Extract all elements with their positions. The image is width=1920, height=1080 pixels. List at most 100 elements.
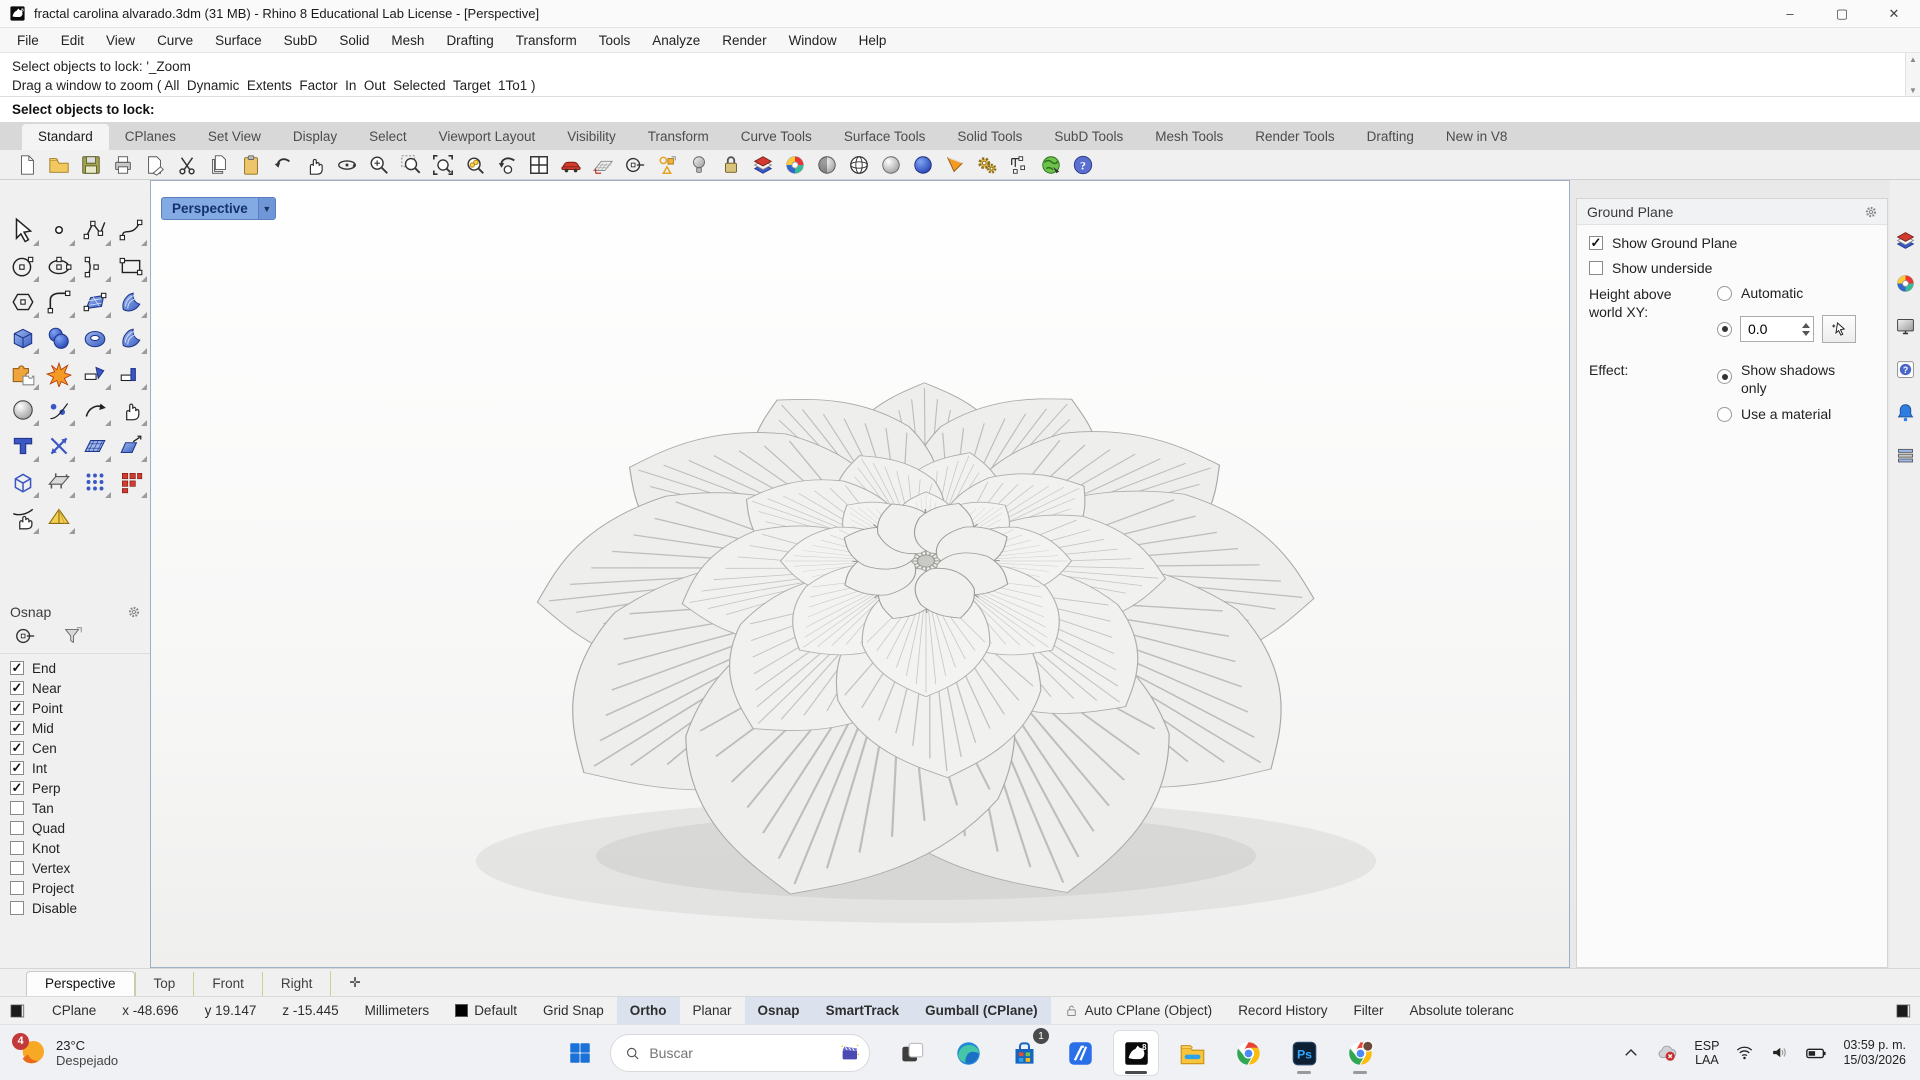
- store-icon[interactable]: 1: [1002, 1031, 1046, 1075]
- menu-item[interactable]: Help: [848, 30, 898, 51]
- display-shaded-icon[interactable]: [814, 152, 840, 178]
- save-icon[interactable]: [78, 152, 104, 178]
- maximize-button[interactable]: ▢: [1816, 0, 1868, 27]
- viewport-pane-icon[interactable]: [0, 997, 39, 1024]
- chrome-icon[interactable]: [1226, 1031, 1270, 1075]
- viewport-tab[interactable]: ✛: [330, 971, 378, 997]
- status-item[interactable]: Osnap: [745, 997, 813, 1024]
- filter-tab-icon[interactable]: [62, 625, 84, 647]
- command-scrollbar[interactable]: ▲▼: [1905, 53, 1920, 97]
- osnap-option[interactable]: Point: [0, 698, 150, 718]
- checkbox[interactable]: [10, 821, 24, 835]
- toolbar-tab[interactable]: Transform: [632, 124, 725, 150]
- status-item[interactable]: y 19.147: [192, 997, 270, 1024]
- display-gray-sphere-icon[interactable]: [878, 152, 904, 178]
- status-item[interactable]: CPlane: [39, 997, 109, 1024]
- panel-gear-icon[interactable]: [1863, 204, 1879, 220]
- print-icon[interactable]: [110, 152, 136, 178]
- menu-item[interactable]: File: [6, 30, 50, 51]
- checkbox[interactable]: [10, 741, 24, 755]
- menu-item[interactable]: Window: [778, 30, 848, 51]
- photoshop-icon[interactable]: [1282, 1031, 1326, 1075]
- viewport-tab[interactable]: Front: [193, 972, 262, 997]
- circle-icon[interactable]: [5, 248, 41, 284]
- layers-icon[interactable]: [750, 152, 776, 178]
- copy-icon[interactable]: [206, 152, 232, 178]
- height-value-field[interactable]: [1740, 316, 1814, 342]
- toolbar-tab[interactable]: Viewport Layout: [423, 124, 552, 150]
- battery-icon[interactable]: [1805, 1042, 1827, 1064]
- checkbox[interactable]: [10, 801, 24, 815]
- fillet-curve-icon[interactable]: [41, 284, 77, 320]
- curved-surface-icon[interactable]: [113, 284, 149, 320]
- clock[interactable]: 03:59 p. m. 15/03/2026: [1843, 1038, 1906, 1068]
- rectangle-icon[interactable]: [113, 248, 149, 284]
- command-history[interactable]: Select objects to lock: '_ZoomDrag a win…: [0, 53, 1920, 97]
- options-icon[interactable]: [974, 152, 1000, 178]
- twisted-surface-icon[interactable]: [113, 320, 149, 356]
- extend-surface-icon[interactable]: [113, 428, 149, 464]
- move-uvn-icon[interactable]: [41, 428, 77, 464]
- status-item[interactable]: Record History: [1225, 997, 1340, 1024]
- menu-item[interactable]: Solid: [328, 30, 380, 51]
- menu-item[interactable]: Drafting: [435, 30, 504, 51]
- toolbar-tab[interactable]: Curve Tools: [725, 124, 828, 150]
- osnap-option[interactable]: Cen: [0, 738, 150, 758]
- radio-button[interactable]: [1717, 286, 1732, 301]
- manual-height-radio[interactable]: [1717, 322, 1732, 337]
- viewport-tab[interactable]: Right: [262, 972, 331, 997]
- menu-item[interactable]: View: [95, 30, 146, 51]
- osnap-tab-icon[interactable]: [14, 625, 36, 647]
- osnap-option[interactable]: Vertex: [0, 858, 150, 878]
- polyline-icon[interactable]: [77, 212, 113, 248]
- checkbox[interactable]: [10, 681, 24, 695]
- status-item[interactable]: Filter: [1340, 997, 1396, 1024]
- onedrive-error-icon[interactable]: [1656, 1042, 1678, 1064]
- ellipse-icon[interactable]: [41, 248, 77, 284]
- panel-help-icon[interactable]: [1895, 359, 1916, 380]
- status-item[interactable]: Default: [442, 997, 530, 1024]
- osnap-option[interactable]: Tan: [0, 798, 150, 818]
- pick-height-button[interactable]: [1822, 315, 1856, 343]
- show-shadows-only-option[interactable]: Show shadows only: [1717, 361, 1875, 397]
- volume-icon[interactable]: [1770, 1043, 1789, 1062]
- selection-filter-icon[interactable]: [654, 152, 680, 178]
- weather-widget[interactable]: 4 23°C Despejado: [0, 1037, 250, 1069]
- display-rendered-icon[interactable]: [910, 152, 936, 178]
- command-prompt[interactable]: Select objects to lock:: [0, 97, 1920, 123]
- whats-this-icon[interactable]: [942, 152, 968, 178]
- osnap-option[interactable]: Perp: [0, 778, 150, 798]
- radio-button[interactable]: [1717, 369, 1732, 384]
- select-cursor-icon[interactable]: [5, 212, 41, 248]
- zoom-window-icon[interactable]: [398, 152, 424, 178]
- menu-item[interactable]: Surface: [204, 30, 273, 51]
- start-button[interactable]: [560, 1033, 600, 1073]
- toolbar-tab[interactable]: Set View: [192, 124, 277, 150]
- arc-icon[interactable]: [77, 248, 113, 284]
- clapperboard-icon[interactable]: [839, 1041, 861, 1065]
- car-icon[interactable]: [558, 152, 584, 178]
- status-item[interactable]: Absolute toleranc: [1396, 997, 1526, 1024]
- split-icon[interactable]: [113, 356, 149, 392]
- use-material-option[interactable]: Use a material: [1717, 406, 1875, 422]
- help-icon[interactable]: [1070, 152, 1096, 178]
- automatic-option[interactable]: Automatic: [1717, 285, 1875, 301]
- toolbar-tab[interactable]: Visibility: [551, 124, 632, 150]
- panel-display-icon[interactable]: [1895, 273, 1916, 294]
- point-grid-icon[interactable]: [77, 464, 113, 500]
- toolbar-tab[interactable]: Surface Tools: [828, 124, 942, 150]
- menu-item[interactable]: Tools: [588, 30, 642, 51]
- search-input[interactable]: [649, 1045, 830, 1061]
- viewport-title-dropdown[interactable]: ▼: [258, 197, 276, 220]
- pan-icon[interactable]: [302, 152, 328, 178]
- panel-monitor-icon[interactable]: [1895, 316, 1916, 337]
- osnap-option[interactable]: Knot: [0, 838, 150, 858]
- toolbar-tab[interactable]: SubD Tools: [1038, 124, 1139, 150]
- dimension-style-icon[interactable]: [1006, 152, 1032, 178]
- toolbar-tab[interactable]: Standard: [22, 124, 109, 150]
- viewport-tab[interactable]: Top: [135, 972, 194, 997]
- osnap-option[interactable]: Int: [0, 758, 150, 778]
- toolbar-tab[interactable]: CPlanes: [109, 124, 192, 150]
- polygon-icon[interactable]: [5, 284, 41, 320]
- point-cloud-icon[interactable]: [41, 392, 77, 428]
